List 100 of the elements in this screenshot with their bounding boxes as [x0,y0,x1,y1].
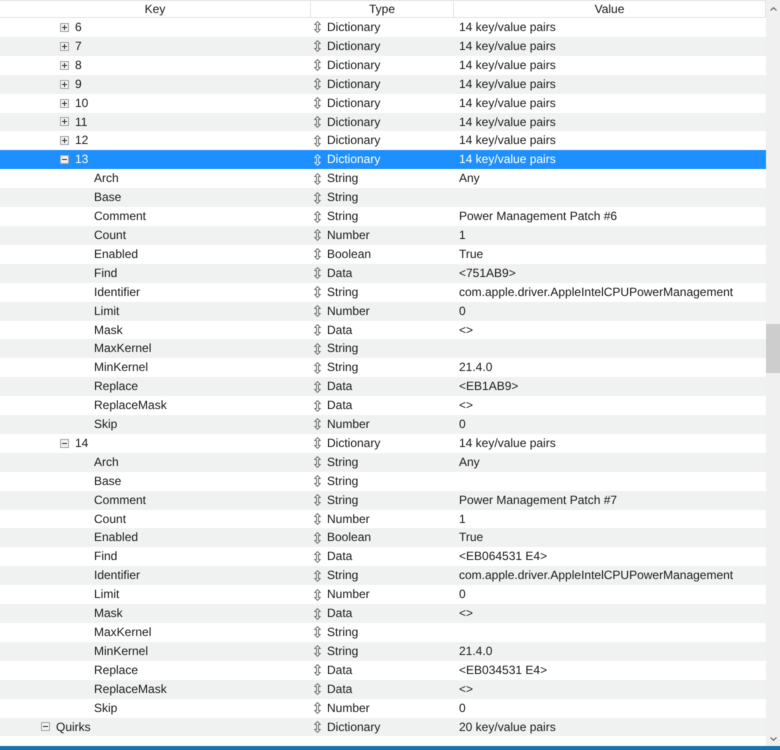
up-down-arrow-icon[interactable] [314,40,321,52]
plus-icon[interactable] [60,117,69,126]
up-down-arrow-icon[interactable] [314,702,321,714]
up-down-arrow-icon[interactable] [314,342,321,355]
up-down-arrow-icon[interactable] [314,116,321,128]
minus-icon[interactable] [60,155,69,164]
tree-row[interactable]: 11 Dictionary 14 key/value pairs [0,112,766,132]
up-down-arrow-icon[interactable] [314,97,321,110]
value-label: 21.4.0 [459,360,492,374]
tree-row[interactable]: Replace Data <EB034531 E4> [0,660,766,680]
up-down-arrow-icon[interactable] [314,513,321,526]
up-down-arrow-icon[interactable] [314,305,321,318]
key-label: MinKernel [94,359,148,376]
tree-row[interactable]: 14 Dictionary 14 key/value pairs [0,434,766,453]
plus-icon[interactable] [60,98,69,108]
tree-row[interactable]: Comment String Power Management Patch #7 [0,490,766,510]
up-down-arrow-icon[interactable] [314,456,321,468]
up-down-arrow-icon[interactable] [314,418,321,430]
key-label: Limit [94,586,120,604]
up-down-arrow-icon[interactable] [314,59,321,72]
scrollbar-thumb[interactable] [766,324,780,373]
tree-row[interactable]: ReplaceMask Data <> [0,396,766,416]
up-down-arrow-icon[interactable] [314,550,321,563]
tree-row[interactable]: Arch String Any [0,452,766,472]
up-down-arrow-icon[interactable] [314,626,321,638]
tree-row[interactable]: 7 Dictionary 14 key/value pairs [0,36,766,56]
scroll-down-icon[interactable] [770,737,776,741]
type-label: String [327,472,358,490]
tree-row[interactable]: Count Number 1 [0,510,766,528]
up-down-arrow-icon[interactable] [314,324,321,336]
tree-row[interactable]: Replace Data <EB1AB9> [0,377,766,396]
key-label: Mask [94,322,123,338]
up-down-arrow-icon[interactable] [314,570,321,582]
tree-row[interactable]: Skip Number 0 [0,698,766,718]
column-header[interactable]: Key [0,1,311,17]
tree-row[interactable]: Arch String Any [0,169,766,188]
plus-icon[interactable] [60,80,69,89]
up-down-arrow-icon[interactable] [314,229,321,242]
up-down-arrow-icon[interactable] [314,720,321,733]
up-down-arrow-icon[interactable] [314,400,321,412]
up-down-arrow-icon[interactable] [314,286,321,298]
up-down-arrow-icon[interactable] [314,78,321,90]
tree-row[interactable]: Find Data <751AB9> [0,264,766,283]
tree-row[interactable]: MaxKernel String [0,623,766,642]
tree-row[interactable]: Quirks Dictionary 20 key/value pairs [0,718,766,736]
column-header[interactable]: Type [311,1,454,17]
up-down-arrow-icon[interactable] [314,380,321,393]
tree-row[interactable]: Enabled Boolean True [0,244,766,264]
up-down-arrow-icon[interactable] [314,248,321,260]
plus-icon[interactable] [60,42,69,51]
value-label: 14 key/value pairs [459,76,556,91]
tree-row[interactable]: Enabled Boolean True [0,528,766,548]
scrollbar[interactable] [766,0,780,746]
type-label: Dictionary [327,434,380,452]
tree-row[interactable]: Base String [0,188,766,208]
type-label: Dictionary [327,114,380,131]
tree-row[interactable]: MaxKernel String [0,339,766,358]
type-label: Dictionary [327,151,380,168]
up-down-arrow-icon[interactable] [314,645,321,658]
plus-icon[interactable] [60,22,69,32]
tree-row[interactable]: Comment String Power Management Patch #6 [0,207,766,226]
tree-row[interactable]: 10 Dictionary 14 key/value pairs [0,94,766,113]
tree-row[interactable]: 9 Dictionary 14 key/value pairs [0,74,766,94]
up-down-arrow-icon[interactable] [314,172,321,185]
up-down-arrow-icon[interactable] [314,192,321,204]
minus-icon[interactable] [41,722,50,732]
tree-row[interactable]: Find Data <EB064531 E4> [0,547,766,566]
type-label: Number [327,302,370,320]
up-down-arrow-icon[interactable] [314,494,321,506]
minus-icon[interactable] [60,438,69,448]
tree-row[interactable]: 8 Dictionary 14 key/value pairs [0,56,766,75]
tree-row[interactable]: 6 Dictionary 14 key/value pairs [0,18,766,37]
scroll-up-icon[interactable] [770,7,776,11]
up-down-arrow-icon[interactable] [314,588,321,601]
plus-icon[interactable] [60,60,69,70]
up-down-arrow-icon[interactable] [314,683,321,696]
tree-row[interactable]: MinKernel String 21.4.0 [0,358,766,378]
tree-row[interactable]: ReplaceMask Data <> [0,680,766,699]
tree-row[interactable]: Identifier String com.apple.driver.AppleIntelCPUPowerManagement [0,282,766,302]
up-down-arrow-icon[interactable] [314,267,321,280]
tree-row[interactable]: Identifier String com.apple.driver.AppleIntelCPUPowerManagement [0,566,766,586]
tree-row[interactable]: Limit Number 0 [0,585,766,604]
tree-row[interactable]: Mask Data <> [0,320,766,340]
tree-row[interactable]: Limit Number 0 [0,302,766,320]
up-down-arrow-icon[interactable] [314,21,321,34]
tree-row[interactable]: Count Number 1 [0,226,766,245]
plus-icon[interactable] [60,136,69,146]
tree-row[interactable]: MinKernel String 21.4.0 [0,642,766,661]
up-down-arrow-icon[interactable] [314,475,321,488]
up-down-arrow-icon[interactable] [314,664,321,676]
up-down-arrow-icon[interactable] [314,362,321,374]
tree-row[interactable]: Skip Number 0 [0,415,766,434]
up-down-arrow-icon[interactable] [314,134,321,147]
tree-row[interactable]: 12 Dictionary 14 key/value pairs [0,131,766,150]
up-down-arrow-icon[interactable] [314,210,321,223]
up-down-arrow-icon[interactable] [314,532,321,544]
up-down-arrow-icon[interactable] [314,437,321,450]
tree-row[interactable]: Mask Data <> [0,604,766,623]
up-down-arrow-icon[interactable] [314,608,321,620]
tree-row[interactable]: Base String [0,472,766,491]
